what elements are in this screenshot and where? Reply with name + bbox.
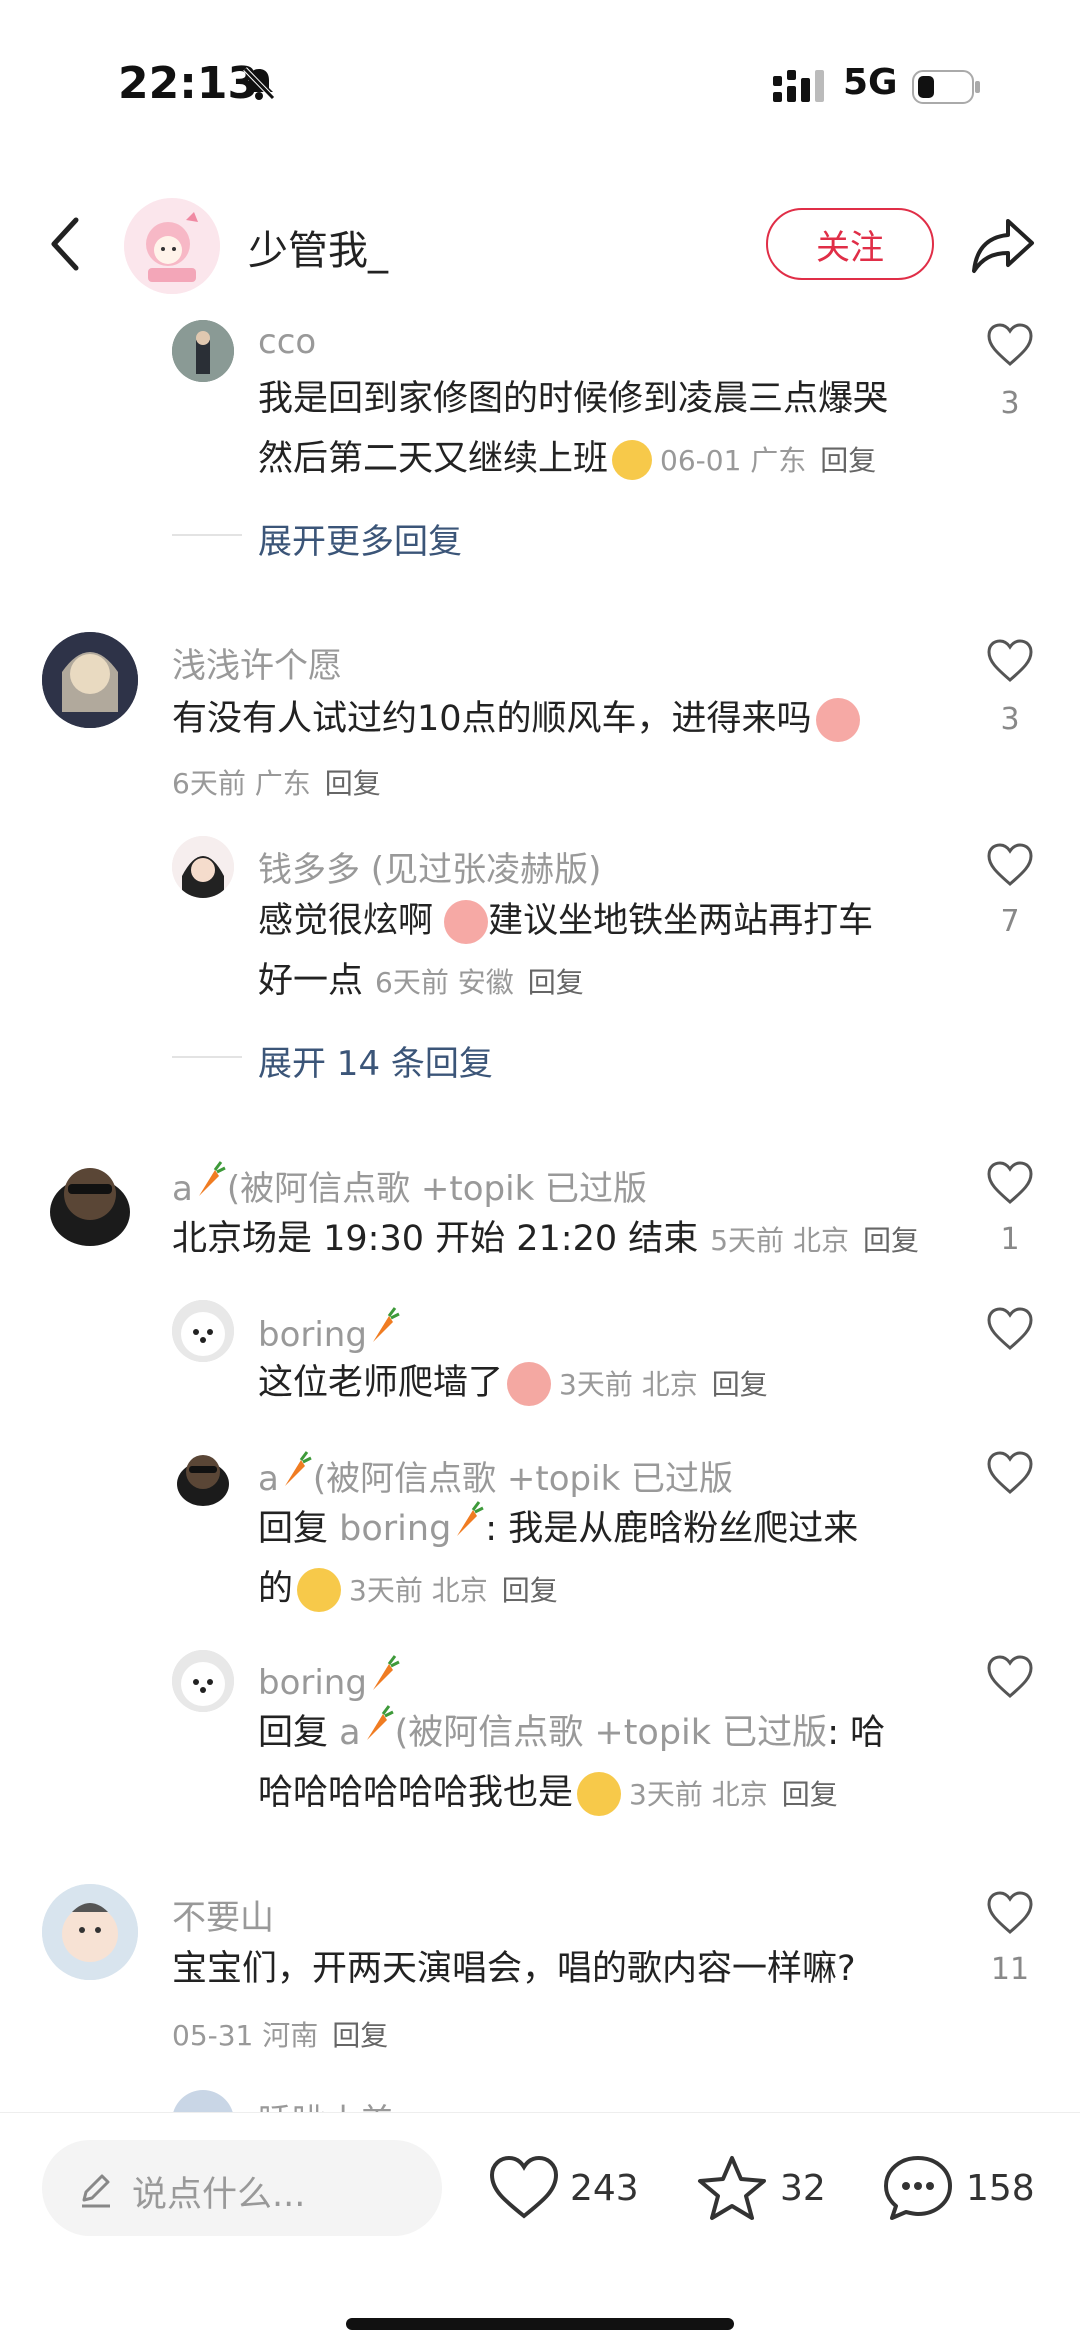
carrot-icon (457, 1501, 484, 1536)
author-avatar[interactable] (124, 198, 220, 294)
like-heart-icon[interactable] (986, 1160, 1034, 1206)
comment-meta: 06-01 广东 (660, 444, 807, 477)
comment-text: 我是回到家修图的时候修到凌晨三点爆哭 (258, 379, 889, 419)
like-count: 3 (1000, 702, 1020, 737)
comment-text: 有没有人试过约10点的顺风车，进得来吗 (172, 690, 860, 748)
crying-emoji-icon (815, 698, 860, 742)
network-type: 5G (843, 62, 898, 103)
like-heart-icon[interactable] (986, 1450, 1034, 1496)
signal-icon (773, 70, 824, 102)
reply-button[interactable]: 回复 (782, 1778, 838, 1811)
reply-button[interactable]: 回复 (528, 966, 584, 999)
carrot-icon (198, 1161, 226, 1196)
reply-button[interactable]: 回复 (820, 444, 876, 477)
emoji-icon (577, 1772, 622, 1816)
reply-button[interactable]: 回复 (332, 2019, 388, 2052)
reply-target[interactable]: a (339, 1713, 360, 1753)
comment-text: 北京场是 19:30 开始 21:20 结束 5天前 北京 回复 (172, 1219, 919, 1259)
avatar[interactable] (172, 1446, 234, 1508)
comment-author[interactable]: 浅浅许个愿 (172, 638, 342, 687)
comment-meta: 3天前 北京 (349, 1574, 488, 1607)
author-name[interactable]: 少管我_ (248, 218, 388, 276)
reply-button[interactable]: 回复 (325, 767, 381, 800)
like-heart-icon[interactable] (488, 2154, 560, 2222)
comment-text: 好一点 6天前 安徽 回复 (258, 961, 584, 1001)
comment-meta: 5天前 北京 (710, 1224, 849, 1257)
emoji-icon (297, 1568, 342, 1612)
like-count: 1 (1000, 1222, 1020, 1257)
divider (172, 1056, 242, 1058)
home-indicator[interactable] (346, 2318, 734, 2330)
comment-bubble-icon[interactable] (882, 2154, 954, 2222)
comment-author[interactable]: cco (258, 322, 316, 362)
emoji-icon (507, 1362, 552, 1406)
avatar[interactable] (42, 1884, 138, 1980)
like-count: 7 (1000, 904, 1020, 939)
reply-target[interactable]: boring (339, 1509, 451, 1549)
comment-text: 回复 boring: 我是从鹿晗粉丝爬过来 (258, 1500, 858, 1558)
status-time: 22:13 (118, 58, 259, 109)
comment-author[interactable]: a (被阿信点歌 +topik 已过版 (172, 1160, 647, 1210)
crying-emoji-icon (444, 900, 489, 944)
avatar[interactable] (42, 632, 138, 728)
like-heart-icon[interactable] (986, 842, 1034, 888)
reply-button[interactable]: 回复 (863, 1224, 919, 1257)
like-heart-icon[interactable] (986, 638, 1034, 684)
battery-icon (912, 70, 980, 104)
expand-replies-link[interactable]: 展开 14 条回复 (258, 1036, 493, 1085)
avatar[interactable] (172, 1300, 234, 1362)
pencil-icon (82, 2174, 110, 2208)
comment-text: 回复 a (被阿信点歌 +topik 已过版: 哈 (258, 1704, 885, 1762)
comment-input-placeholder[interactable]: 说点什么... (132, 2166, 305, 2217)
like-heart-icon[interactable] (986, 1890, 1034, 1936)
like-heart-icon[interactable] (986, 1654, 1034, 1700)
comment-author[interactable]: boring (258, 1306, 401, 1355)
comment-meta: 6天前 安徽 (375, 966, 514, 999)
mute-bell-icon (243, 67, 275, 100)
like-heart-icon[interactable] (986, 1306, 1034, 1352)
comment-text: 然后第二天又继续上班 06-01 广东 回复 (258, 439, 877, 480)
carrot-icon (366, 1705, 394, 1740)
carrot-icon (284, 1451, 312, 1486)
share-icon[interactable] (970, 215, 1036, 275)
reply-button[interactable]: 回复 (712, 1368, 768, 1401)
star-icon[interactable] (696, 2154, 768, 2222)
carrot-icon (372, 1655, 400, 1690)
comment-text: 宝宝们，开两天演唱会，唱的歌内容一样嘛? (172, 1949, 856, 1989)
comment-text: 感觉很炫啊 建议坐地铁坐两站再打车 (258, 892, 873, 950)
reply-button[interactable]: 回复 (502, 1574, 558, 1607)
emoji-icon (612, 440, 653, 480)
back-arrow-icon[interactable] (46, 214, 86, 274)
star-count: 32 (780, 2168, 826, 2209)
avatar[interactable] (172, 1650, 234, 1712)
comment-author[interactable]: 不要山 (172, 1890, 274, 1939)
comment-count: 158 (966, 2168, 1035, 2209)
like-count: 11 (990, 1952, 1030, 1987)
comment-meta: 05-31 河南 回复 (172, 2019, 389, 2052)
comment-text: 的 3天前 北京 回复 (258, 1560, 558, 1620)
comment-meta: 3天前 北京 (559, 1368, 698, 1401)
like-heart-icon[interactable] (986, 322, 1034, 368)
comment-author[interactable]: a (被阿信点歌 +topik 已过版 (258, 1450, 733, 1500)
avatar[interactable] (172, 320, 234, 382)
like-count: 243 (570, 2168, 639, 2209)
follow-button[interactable]: 关注 (766, 208, 934, 280)
like-count: 3 (1000, 386, 1020, 421)
comment-author[interactable]: 钱多多 (见过张凌赫版) (258, 842, 601, 891)
avatar[interactable] (42, 1154, 138, 1250)
comment-meta: 6天前 广东 回复 (172, 767, 381, 800)
divider (172, 534, 242, 536)
comment-text: 哈哈哈哈哈哈我也是 3天前 北京 回复 (258, 1764, 838, 1824)
carrot-icon (372, 1307, 400, 1342)
expand-replies-link[interactable]: 展开更多回复 (258, 514, 462, 563)
comment-author[interactable]: boring (258, 1654, 401, 1703)
comment-meta: 3天前 北京 (629, 1778, 768, 1811)
comment-text: 这位老师爬墙了 3天前 北京 回复 (258, 1354, 768, 1414)
avatar[interactable] (172, 836, 234, 898)
